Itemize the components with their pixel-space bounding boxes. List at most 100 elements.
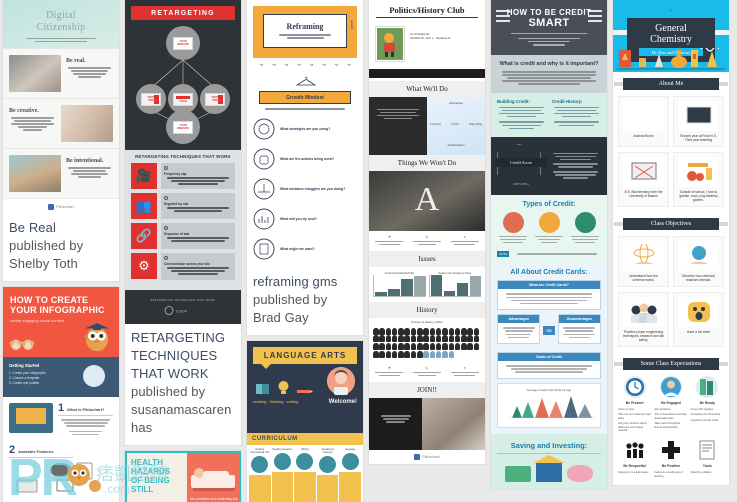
expectation-name: Be Ready <box>699 401 716 405</box>
devices-illustration <box>16 462 101 493</box>
technique-title: Segment by site <box>164 201 189 206</box>
pin-image-digital-citizenship[interactable]: Digital Citizenship Be real. Be creative… <box>3 0 119 214</box>
svg-text:LOOP: LOOP <box>176 308 187 313</box>
expectation-be-engaged: Be Engaged Ask questions Join in discussi… <box>654 376 687 434</box>
pin-image-politics-history-club[interactable]: Politics/History Club Co-Presidents: JVO… <box>369 0 485 464</box>
expectation-name: Be Positive <box>661 464 681 469</box>
advantages-vs-disadvantages: Advantages VS Disadvantages <box>497 313 601 348</box>
pin-author[interactable]: Brad Gay <box>253 309 357 327</box>
pin-language-arts[interactable]: LANGUAGE ARTS Welcome! reading . thinkin… <box>247 340 363 502</box>
credit-score-range: 300 to 850+ <box>513 181 529 186</box>
expectation-name: Be Respectful <box>623 464 646 469</box>
pin-image-credit-smart[interactable]: HOW TO BE CREDIT SMART What is credit an… <box>491 0 607 489</box>
website-screen-icon: YOUR WEBSITE <box>173 120 193 134</box>
curriculum-cell: Speaking & Listening <box>316 448 339 502</box>
icon-caption: ⚑ <box>372 366 407 378</box>
expectation-tools: Tools Read the syllabus <box>691 439 724 480</box>
house-icon <box>533 454 565 482</box>
section-heading: JOIN!! <box>369 381 485 398</box>
divider-bar <box>369 69 485 78</box>
pin-health-hazards[interactable]: HEALTH HAZARDS OF BEING STILL the proble… <box>125 450 241 502</box>
about-card: Andrew Burns <box>618 96 669 147</box>
what-well-do-panels: Libertarian Left Wing Center Right Wing … <box>369 97 485 155</box>
clock-icon <box>623 376 646 398</box>
club-title: Politics/History Club <box>376 6 478 18</box>
card-caption: Understand how the universe works. <box>629 274 658 282</box>
pin-image-how-to-create-infographic[interactable]: HOW TO CREATE YOUR INFOGRAPHIC create en… <box>3 287 119 502</box>
icon-caption: ☀ <box>447 235 482 247</box>
pin-image-language-arts[interactable]: LANGUAGE ARTS Welcome! reading . thinkin… <box>247 340 363 502</box>
pin-how-to-create-infographic[interactable]: HOW TO CREATE YOUR INFOGRAPHIC create en… <box>3 287 119 502</box>
question-text: What strategies are you using? <box>280 126 331 131</box>
icon-caption: 🔍 <box>410 366 445 378</box>
subject-detail-panel <box>271 471 294 502</box>
pin-politics-history-club[interactable]: Politics/History Club Co-Presidents: JVO… <box>369 0 485 464</box>
pin-published-by: published by <box>131 383 206 399</box>
diagram-node-bottom: YOUR WEBSITE <box>166 110 200 144</box>
rocket-icon <box>83 365 105 387</box>
health-hazards-title: HEALTH HAZARDS OF BEING STILL <box>131 457 171 494</box>
masonry-column-4: Politics/History Club Co-Presidents: JVO… <box>369 0 485 470</box>
monkeys-icon <box>9 339 35 351</box>
website-screen-icon: YOUR SITE <box>141 92 161 106</box>
column-heading: Building Credit: <box>497 98 530 104</box>
decoration-lines-left <box>496 10 510 25</box>
section-heading: History <box>369 301 485 318</box>
pin-digital-citizenship[interactable]: Digital Citizenship Be real. Be creative… <box>3 0 119 281</box>
slide-text: Be real. <box>66 55 113 92</box>
zigzag-divider: ↝ ↝ ↝ ↝ ↝ ↝ ↝ ↝ <box>259 62 351 68</box>
question-row: What strategies are you using? <box>253 118 357 140</box>
chemistry-title: General Chemistry <box>639 23 703 45</box>
bar-chart <box>373 274 426 297</box>
credit-cards-section: All About Credit Cards: What are Credit … <box>491 262 607 434</box>
pin-general-chemistry[interactable]: JM General Chemistry Mr. Diaz and Chemis… <box>613 0 729 486</box>
notes-icon <box>696 439 719 462</box>
pin-author[interactable]: susanamascarenhas <box>131 401 235 437</box>
website-screen-icon: YOUR <box>173 92 193 106</box>
step-number: 1 <box>58 402 65 414</box>
vs-badge: VS <box>543 326 555 336</box>
icon-caption: ⚑ <box>372 235 407 247</box>
pin-image-general-chemistry[interactable]: JM General Chemistry Mr. Diaz and Chemis… <box>613 0 729 485</box>
plus-icon <box>659 439 682 462</box>
slide-text: Be creative. <box>9 105 56 142</box>
card-box-heading: Goals of Credit <box>498 352 600 361</box>
pin-reframing[interactable]: Reframing growth ↝ ↝ ↝ ↝ ↝ ↝ ↝ ↝ Growth … <box>247 0 363 335</box>
pin-author[interactable]: Shelby Toth <box>9 255 113 273</box>
objective-card: Practice proper engineering techniques, … <box>618 292 669 347</box>
reframing-side-label: growth <box>350 20 354 30</box>
retargeting-header: RETARGETING <box>131 6 235 20</box>
language-arts-title: LANGUAGE ARTS <box>253 346 357 369</box>
pinterest-masonry-board: Digital Citizenship Be real. Be creative… <box>0 0 737 502</box>
pin-image-retargeting[interactable]: RETARGETING YOUR WEBSITE YOUR SITE YOUR … <box>125 0 241 324</box>
icon-caption-row: ⚑ 🔍 ☀ <box>369 231 485 251</box>
icon-caption-row: ⚑ 🔍 ☀ <box>369 362 485 382</box>
card-caption: Andrew Burns <box>633 134 654 138</box>
diagram-node-right: YOUR SITE <box>200 84 230 114</box>
pin-image-health-hazards[interactable]: HEALTH HAZARDS OF BEING STILL the proble… <box>127 452 239 502</box>
bar-chart <box>428 274 481 297</box>
question-row: What will you try next? <box>253 208 357 230</box>
technique-row: 👥 Segment by site <box>131 193 235 220</box>
question-text: What are the actions being used? <box>280 156 335 161</box>
technique-title: Communicate across your bio <box>164 261 210 266</box>
language-arts-hero: LANGUAGE ARTS Welcome! reading . thinkin… <box>247 340 363 433</box>
slide-heading: Be intentional. <box>66 158 104 164</box>
about-me-cards-2: B.S. Biochemistry from the University of… <box>613 152 729 212</box>
pin-retargeting[interactable]: RETARGETING YOUR WEBSITE YOUR SITE YOUR … <box>125 0 241 445</box>
monitor-icon <box>9 403 53 433</box>
card-box-heading: What are Credit Cards? <box>498 280 600 289</box>
questions-list: What strategies are you using? What are … <box>253 118 357 260</box>
pin-credit-smart[interactable]: HOW TO BE CREDIT SMART What is credit an… <box>491 0 607 489</box>
technique-row: 🔗 Sequence of ads <box>131 223 235 250</box>
step-row: 2 Available Features <box>9 444 113 458</box>
subject-detail-panel <box>339 471 361 502</box>
atom-hands-icon <box>623 241 664 271</box>
question-text: What might we want? <box>280 246 315 251</box>
pin-published-by: published by <box>253 291 328 307</box>
pin-image-reframing[interactable]: Reframing growth ↝ ↝ ↝ ↝ ↝ ↝ ↝ ↝ Growth … <box>247 0 363 268</box>
target-icon <box>253 118 275 140</box>
title-line-2: SMART <box>528 17 570 29</box>
question-row: What mistakes struggles are you doing? <box>253 178 357 200</box>
slide-heading: Be real. <box>66 58 86 64</box>
